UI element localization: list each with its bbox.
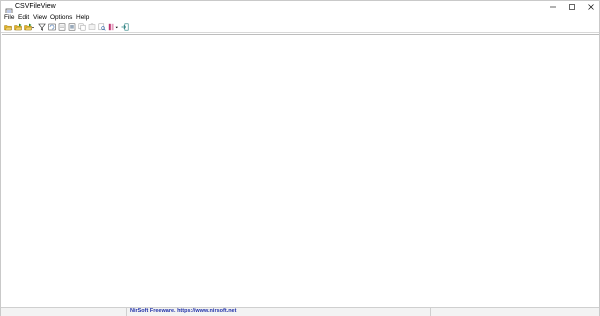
menu-help[interactable]: Help	[76, 13, 89, 22]
filter-icon[interactable]	[38, 23, 46, 31]
nirsoft-link[interactable]: NirSoft Freeware. https://www.nirsoft.ne…	[130, 307, 236, 316]
menu-bar: File Edit View Options Help	[1, 13, 599, 22]
column-settings-icon[interactable]	[108, 23, 119, 31]
status-panel-extra	[431, 308, 599, 316]
maximize-icon	[569, 4, 575, 10]
status-bar: NirSoft Freeware. https://www.nirsoft.ne…	[1, 307, 599, 316]
copy-disabled-icon[interactable]	[88, 23, 96, 31]
title-bar[interactable]: CSVFileView	[1, 1, 600, 16]
window-title: CSVFileView	[15, 3, 56, 10]
menu-view[interactable]: View	[33, 13, 47, 22]
app-window: CSVFileView File Edit View Options Help	[0, 0, 600, 316]
properties-icon[interactable]	[68, 23, 76, 31]
close-button[interactable]	[581, 1, 600, 13]
toolbar	[1, 22, 599, 33]
status-panel-link: NirSoft Freeware. https://www.nirsoft.ne…	[127, 308, 431, 316]
refresh-icon[interactable]	[48, 23, 56, 31]
menu-options[interactable]: Options	[50, 13, 72, 22]
menu-file[interactable]: File	[4, 13, 14, 22]
exit-icon[interactable]	[121, 23, 129, 31]
copy-icon[interactable]	[78, 23, 86, 31]
status-panel-count	[1, 308, 127, 316]
minimize-icon	[550, 6, 556, 8]
open-folder-dropdown-icon[interactable]	[24, 23, 34, 31]
save-icon[interactable]	[58, 23, 66, 31]
records-list[interactable]	[2, 34, 599, 307]
close-icon	[588, 4, 594, 10]
minimize-button[interactable]	[543, 1, 563, 13]
maximize-button[interactable]	[562, 1, 582, 13]
app-icon	[5, 3, 13, 16]
open-folder-icon[interactable]	[4, 23, 12, 31]
open-folder-add-icon[interactable]	[14, 23, 22, 31]
menu-edit[interactable]: Edit	[18, 13, 29, 22]
find-icon[interactable]	[98, 23, 106, 31]
